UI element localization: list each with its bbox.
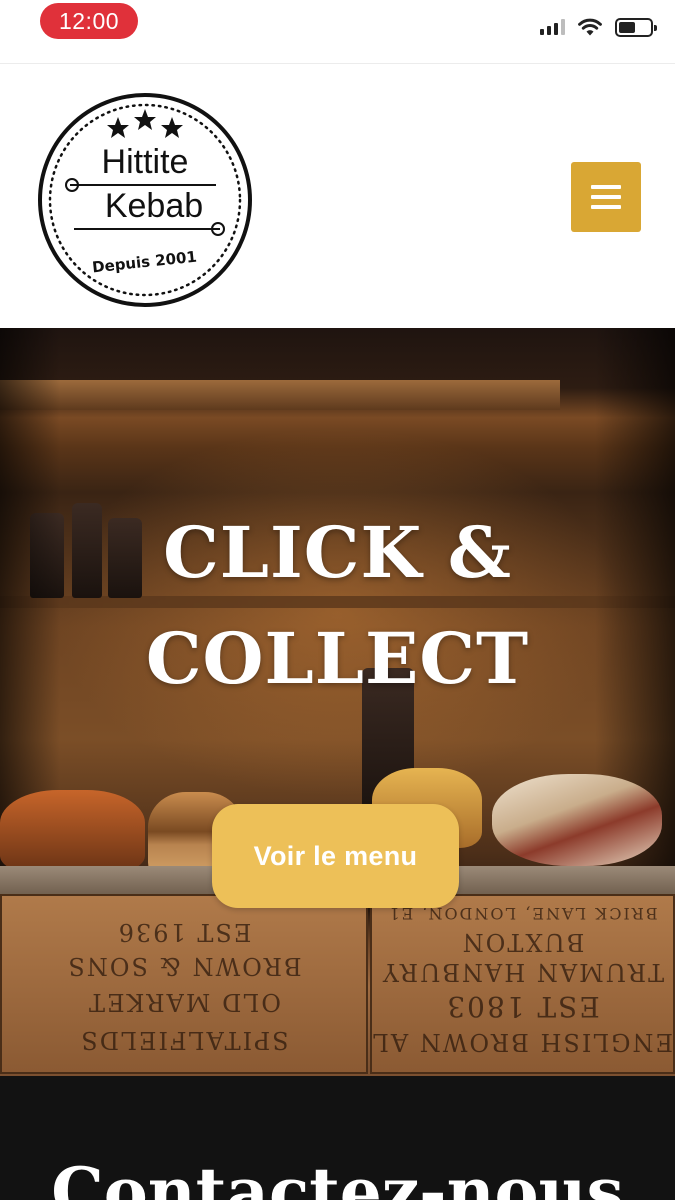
hero-banner: EST 1936 BROWN & SONS OLD MARKET SPITALF… (0, 328, 675, 1076)
status-icons (540, 12, 657, 42)
hero-title-line1: CLICK & (163, 511, 512, 594)
logo-line1: Hittite (102, 143, 189, 181)
contact-section: Contactez-nous (0, 1076, 675, 1200)
hero-crate-left: EST 1936 BROWN & SONS OLD MARKET SPITALF… (0, 894, 368, 1074)
battery-icon (615, 17, 657, 37)
site-header: Hittite Kebab Depuis 2001 (0, 65, 675, 328)
status-bar: 12:00 (0, 0, 675, 64)
hero-crate-right: BRICK LANE, LONDON, E1 BUXTON TRUMAN HAN… (370, 894, 675, 1074)
view-menu-button[interactable]: Voir le menu (212, 804, 459, 908)
logo-line2: Kebab (105, 187, 203, 225)
status-time: 12:00 (40, 3, 138, 39)
hero-title-line2: COLLECT (145, 617, 530, 700)
hero-food-wrap (492, 774, 662, 866)
cellular-signal-icon (540, 19, 565, 35)
hamburger-menu-icon (591, 185, 621, 189)
hamburger-menu-button[interactable] (571, 162, 641, 232)
contact-title: Contactez-nous (51, 1153, 624, 1200)
hero-title: CLICK & COLLECT (0, 500, 675, 712)
hero-food-bowl (0, 790, 145, 872)
wifi-icon (578, 18, 602, 36)
hero-shelf (0, 380, 560, 410)
hittite-kebab-logo[interactable]: Hittite Kebab Depuis 2001 (36, 91, 254, 309)
